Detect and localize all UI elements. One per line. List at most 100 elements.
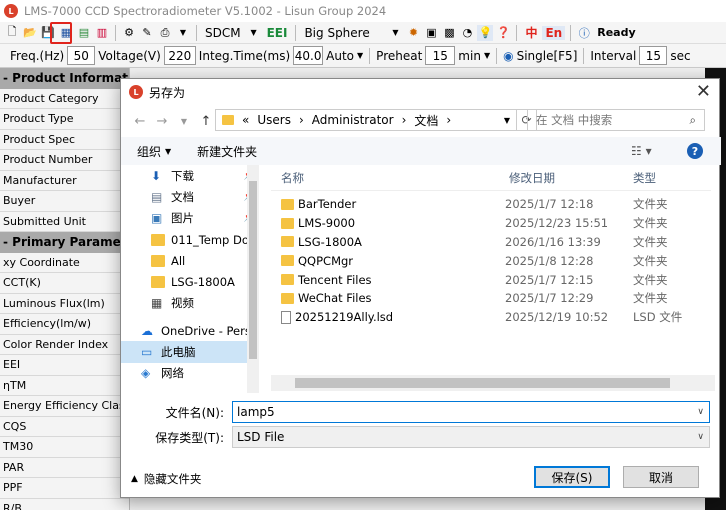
- interval-unit-select[interactable]: sec: [670, 49, 690, 63]
- parameter-row[interactable]: TM30: [0, 437, 129, 458]
- section-header[interactable]: - Product Information: [0, 68, 129, 89]
- file-row[interactable]: LMS-9000 2025/12/23 15:51 文件夹: [271, 214, 711, 233]
- single-radio-icon[interactable]: ◉: [503, 49, 513, 63]
- freq-input[interactable]: 50: [67, 46, 96, 65]
- breadcrumb-overflow[interactable]: «: [242, 113, 249, 127]
- file-row[interactable]: Tencent Files 2025/1/7 12:15 文件夹: [271, 270, 711, 289]
- interval-input[interactable]: 15: [639, 46, 668, 65]
- nav-item[interactable]: ▣图片📌: [121, 208, 259, 229]
- dropdown-arrow-icon[interactable]: ▼: [387, 25, 403, 41]
- parameter-row[interactable]: CCT(K): [0, 273, 129, 294]
- new-file-icon[interactable]: 🗋: [4, 25, 20, 41]
- auto-select[interactable]: Auto: [326, 49, 354, 63]
- single-button[interactable]: Single[F5]: [517, 49, 578, 63]
- nav-item[interactable]: LSG-1800A: [121, 271, 259, 292]
- integ-time-input[interactable]: 40.0: [293, 46, 324, 65]
- file-row[interactable]: 20251219Ally.lsd 2025/12/19 10:52 LSD 文件: [271, 308, 711, 327]
- parameter-row[interactable]: Submitted Unit: [0, 211, 129, 232]
- section-header[interactable]: - Primary Parameters: [0, 232, 129, 253]
- close-icon[interactable]: ✕: [696, 81, 711, 102]
- parameter-row[interactable]: Luminous Flux(lm): [0, 293, 129, 314]
- parameter-row[interactable]: Energy Efficiency Class: [0, 396, 129, 417]
- hide-folders-toggle[interactable]: ▲ 隐藏文件夹: [131, 471, 201, 487]
- save-button[interactable]: 保存(S): [534, 466, 610, 488]
- parameter-row[interactable]: EEI: [0, 355, 129, 376]
- parameter-row[interactable]: ηTM: [0, 375, 129, 396]
- dropdown-arrow-icon[interactable]: ▼: [484, 51, 490, 60]
- nav-item[interactable]: ◈ 网络: [121, 363, 259, 384]
- chart-icon[interactable]: ▩: [441, 25, 457, 41]
- dropdown-arrow-icon[interactable]: ▼: [175, 25, 191, 41]
- dropdown-arrow-icon[interactable]: ▼: [357, 51, 363, 60]
- dropdown-arrow-icon[interactable]: ▼: [246, 25, 262, 41]
- chevron-down-icon[interactable]: ∨: [697, 432, 704, 442]
- forward-icon[interactable]: →: [151, 114, 173, 129]
- parameter-row[interactable]: CQS: [0, 416, 129, 437]
- breadcrumb-users[interactable]: Users: [257, 113, 291, 127]
- eei-button[interactable]: EEI: [264, 26, 291, 40]
- help-icon[interactable]: ?: [687, 143, 703, 159]
- column-date[interactable]: 修改日期: [505, 170, 633, 186]
- chevron-down-icon[interactable]: ▼: [173, 117, 195, 126]
- open-folder-icon[interactable]: 📂: [22, 25, 38, 41]
- address-bar[interactable]: « Users › Administrator › 文档 › ▼: [215, 109, 517, 131]
- file-row[interactable]: LSG-1800A 2026/1/16 13:39 文件夹: [271, 233, 711, 252]
- calibration-icon[interactable]: ▣: [423, 25, 439, 41]
- cancel-button[interactable]: 取消: [623, 466, 699, 488]
- export-icon[interactable]: ▤: [76, 25, 92, 41]
- parameter-row[interactable]: Product Type: [0, 109, 129, 130]
- nav-item[interactable]: ▦ 视频: [121, 293, 259, 314]
- file-list-scrollbar[interactable]: [271, 375, 715, 391]
- mode-select[interactable]: SDCM: [202, 26, 244, 40]
- breadcrumb-administrator[interactable]: Administrator: [312, 113, 394, 127]
- lang-chinese-button[interactable]: 中: [522, 24, 540, 41]
- parameter-row[interactable]: xy Coordinate: [0, 252, 129, 273]
- lang-english-button[interactable]: En: [542, 25, 566, 40]
- column-name[interactable]: 名称: [271, 170, 505, 186]
- nav-item[interactable]: ⬇下载📌: [121, 165, 259, 186]
- preheat-input[interactable]: 15: [425, 46, 456, 65]
- parameter-row[interactable]: Product Spec: [0, 129, 129, 150]
- voltage-input[interactable]: 220: [163, 46, 196, 65]
- column-type[interactable]: 类型: [633, 170, 656, 186]
- parameter-row[interactable]: Color Render Index: [0, 334, 129, 355]
- nav-item[interactable]: 011_Temp Doc: [121, 229, 259, 250]
- nav-item[interactable]: ▭ 此电脑: [121, 341, 259, 363]
- filetype-select[interactable]: LSD File ∨: [232, 426, 710, 448]
- parameter-row[interactable]: PPF: [0, 478, 129, 499]
- back-icon[interactable]: ←: [129, 114, 151, 129]
- gear-icon[interactable]: ✹: [405, 25, 421, 41]
- edit-icon[interactable]: ✎: [139, 25, 155, 41]
- report-icon[interactable]: ▥: [94, 25, 110, 41]
- filename-input[interactable]: lamp5 ∨: [232, 401, 710, 423]
- help-icon[interactable]: ❓: [495, 25, 511, 41]
- parameter-row[interactable]: R/B: [0, 498, 129, 510]
- new-folder-button[interactable]: 新建文件夹: [197, 143, 257, 160]
- parameter-row[interactable]: Efficiency(lm/w): [0, 314, 129, 335]
- nav-item[interactable]: All: [121, 250, 259, 271]
- cycle-icon[interactable]: ◔: [459, 25, 475, 41]
- nav-item[interactable]: ☁ OneDrive - Pers: [121, 320, 259, 341]
- parameter-row[interactable]: Product Number: [0, 150, 129, 171]
- settings-icon[interactable]: ⚙: [121, 25, 137, 41]
- file-row[interactable]: QQPCMgr 2025/1/8 12:28 文件夹: [271, 251, 711, 270]
- lightbulb-icon[interactable]: 💡: [477, 24, 494, 41]
- preheat-unit-select[interactable]: min: [458, 49, 481, 63]
- parameter-row[interactable]: PAR: [0, 457, 129, 478]
- file-row[interactable]: WeChat Files 2025/1/7 12:29 文件夹: [271, 289, 711, 308]
- parameter-row[interactable]: Buyer: [0, 191, 129, 212]
- parameter-row[interactable]: Product Category: [0, 88, 129, 109]
- view-options-icon[interactable]: ☷ ▾: [631, 144, 652, 158]
- chevron-down-icon[interactable]: ∨: [697, 407, 704, 417]
- organize-menu[interactable]: 组织: [137, 143, 161, 160]
- chevron-down-icon[interactable]: ▼: [504, 116, 510, 125]
- parameter-row[interactable]: Manufacturer: [0, 170, 129, 191]
- file-row[interactable]: BarTender 2025/1/7 12:18 文件夹: [271, 195, 711, 214]
- search-input[interactable]: 在 文档 中搜索 ⌕: [527, 109, 705, 131]
- nav-scrollbar[interactable]: [247, 165, 259, 393]
- up-icon[interactable]: ↑: [195, 114, 217, 129]
- print-icon[interactable]: ⎙: [157, 25, 173, 41]
- chevron-down-icon[interactable]: ▼: [165, 147, 171, 156]
- nav-item[interactable]: ▤文档📌: [121, 186, 259, 207]
- breadcrumb-documents[interactable]: 文档: [414, 112, 438, 129]
